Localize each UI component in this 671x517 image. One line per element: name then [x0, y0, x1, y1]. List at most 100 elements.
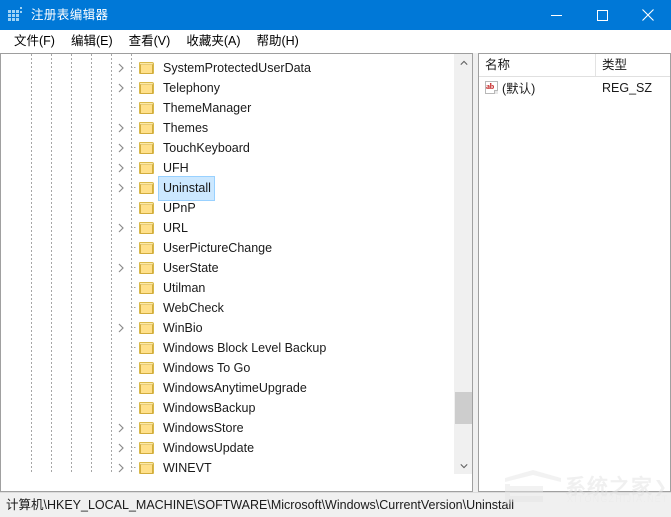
- menu-view[interactable]: 查看(V): [121, 31, 179, 52]
- tree-node-userpicturechange[interactable]: UserPictureChange: [1, 238, 454, 258]
- tree-connector: [131, 247, 137, 248]
- tree-connector: [131, 347, 137, 348]
- tree-connector: [131, 307, 137, 308]
- menu-edit[interactable]: 编辑(E): [63, 31, 121, 52]
- chevron-right-icon[interactable]: [114, 158, 128, 178]
- value-type-cell: REG_SZ: [595, 81, 670, 95]
- folder-icon: [139, 281, 155, 295]
- tree-connector: [131, 467, 137, 468]
- folder-icon: [139, 161, 155, 175]
- tree-node-systemprotecteduserdata[interactable]: SystemProtectedUserData: [1, 58, 454, 78]
- chevron-right-icon[interactable]: [114, 418, 128, 438]
- scroll-up-arrow[interactable]: [455, 54, 472, 71]
- folder-icon: [139, 81, 155, 95]
- menu-help[interactable]: 帮助(H): [248, 31, 306, 52]
- menu-favorites[interactable]: 收藏夹(A): [178, 31, 248, 52]
- tree-node-upnp[interactable]: UPnP: [1, 198, 454, 218]
- string-value-icon: ab: [485, 81, 498, 94]
- tree-connector: [131, 67, 137, 68]
- registry-editor-window: 注册表编辑器 文件(F) 编辑(E) 查看(V) 收藏夹(A): [0, 0, 671, 517]
- tree-connector: [131, 427, 137, 428]
- tree-node-label: WINEVT: [158, 456, 216, 475]
- chevron-right-icon[interactable]: [114, 458, 128, 474]
- chevron-right-icon[interactable]: [114, 58, 128, 78]
- registry-tree[interactable]: SystemProtectedUserDataTelephonyThemeMan…: [1, 54, 454, 474]
- tree-horizontal-scrollbar[interactable]: [1, 474, 472, 491]
- folder-icon: [139, 261, 155, 275]
- menu-bar: 文件(F) 编辑(E) 查看(V) 收藏夹(A) 帮助(H): [0, 30, 671, 53]
- tree-connector: [131, 127, 137, 128]
- tree-connector: [131, 107, 137, 108]
- window-title: 注册表编辑器: [31, 0, 108, 30]
- tree-node-thememanager[interactable]: ThemeManager: [1, 98, 454, 118]
- tree-vertical-scrollbar[interactable]: [454, 54, 472, 474]
- value-row[interactable]: ab (默认) REG_SZ: [479, 77, 670, 98]
- registry-tree-pane: SystemProtectedUserDataTelephonyThemeMan…: [0, 53, 473, 492]
- tree-node-webcheck[interactable]: WebCheck: [1, 298, 454, 318]
- tree-connector: [131, 287, 137, 288]
- tree-connector: [131, 267, 137, 268]
- folder-icon: [139, 381, 155, 395]
- scroll-down-arrow[interactable]: [455, 457, 472, 474]
- folder-icon: [139, 201, 155, 215]
- folder-icon: [139, 61, 155, 75]
- tree-node-userstate[interactable]: UserState: [1, 258, 454, 278]
- chevron-right-icon[interactable]: [114, 78, 128, 98]
- values-row-list: ab (默认) REG_SZ: [479, 77, 670, 98]
- folder-icon: [139, 221, 155, 235]
- value-name-label: (默认): [502, 78, 535, 97]
- folder-icon: [139, 141, 155, 155]
- folder-icon: [139, 241, 155, 255]
- tree-row-list: SystemProtectedUserDataTelephonyThemeMan…: [1, 54, 454, 474]
- tree-connector: [131, 447, 137, 448]
- editor-body: SystemProtectedUserDataTelephonyThemeMan…: [0, 53, 671, 492]
- column-header-type[interactable]: 类型: [596, 54, 670, 76]
- folder-icon: [139, 301, 155, 315]
- tree-node-uninstall[interactable]: Uninstall: [1, 178, 454, 198]
- tree-connector: [131, 367, 137, 368]
- tree-node-windowsupdate[interactable]: WindowsUpdate: [1, 438, 454, 458]
- tree-connector: [131, 187, 137, 188]
- folder-icon: [139, 101, 155, 115]
- title-bar[interactable]: 注册表编辑器: [0, 0, 671, 30]
- chevron-right-icon[interactable]: [114, 438, 128, 458]
- folder-icon: [139, 361, 155, 375]
- folder-icon: [139, 341, 155, 355]
- tree-node-ufh[interactable]: UFH: [1, 158, 454, 178]
- tree-connector: [131, 387, 137, 388]
- window-controls: [533, 0, 671, 30]
- chevron-right-icon[interactable]: [114, 258, 128, 278]
- chevron-right-icon[interactable]: [114, 318, 128, 338]
- folder-icon: [139, 181, 155, 195]
- tree-connector: [131, 87, 137, 88]
- status-bar: 计算机\HKEY_LOCAL_MACHINE\SOFTWARE\Microsof…: [0, 492, 671, 517]
- registry-editor-icon: [8, 7, 24, 23]
- values-column-header: 名称 类型: [479, 54, 670, 77]
- chevron-right-icon[interactable]: [114, 138, 128, 158]
- tree-node-touchkeyboard[interactable]: TouchKeyboard: [1, 138, 454, 158]
- chevron-right-icon[interactable]: [114, 118, 128, 138]
- tree-connector: [131, 227, 137, 228]
- chevron-right-icon[interactable]: [114, 178, 128, 198]
- maximize-button[interactable]: [579, 0, 625, 30]
- tree-connector: [131, 207, 137, 208]
- folder-icon: [139, 441, 155, 455]
- tree-connector: [131, 147, 137, 148]
- minimize-button[interactable]: [533, 0, 579, 30]
- column-header-name[interactable]: 名称: [479, 54, 595, 76]
- tree-connector: [131, 407, 137, 408]
- chevron-right-icon[interactable]: [114, 218, 128, 238]
- tree-connector: [131, 327, 137, 328]
- tree-scrollbar-thumb[interactable]: [455, 392, 472, 424]
- menu-file[interactable]: 文件(F): [6, 31, 63, 52]
- registry-path: 计算机\HKEY_LOCAL_MACHINE\SOFTWARE\Microsof…: [6, 493, 514, 517]
- folder-icon: [139, 321, 155, 335]
- value-name-cell: ab (默认): [479, 78, 595, 97]
- tree-connector: [131, 167, 137, 168]
- tree-node-winevt[interactable]: WINEVT: [1, 458, 454, 474]
- folder-icon: [139, 401, 155, 415]
- folder-icon: [139, 461, 155, 474]
- folder-icon: [139, 421, 155, 435]
- values-pane: 名称 类型 ab (默认) REG_SZ: [478, 53, 671, 492]
- close-button[interactable]: [625, 0, 671, 30]
